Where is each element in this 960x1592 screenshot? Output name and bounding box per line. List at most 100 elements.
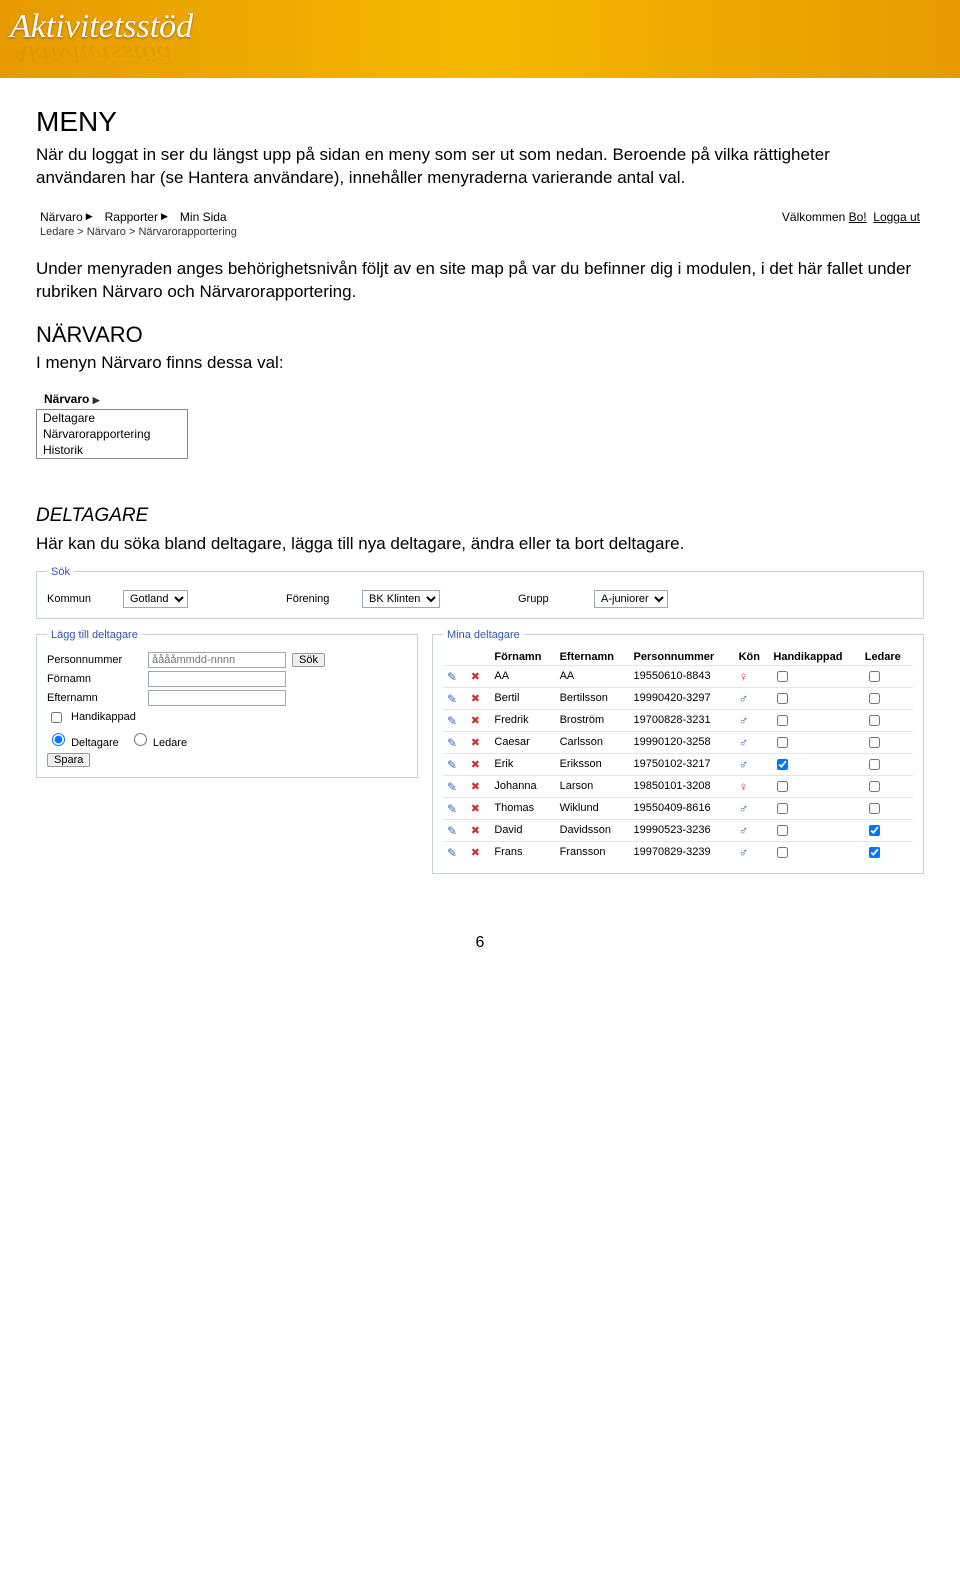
handikappad-cell-checkbox[interactable] (777, 715, 788, 726)
handikappad-cell-checkbox[interactable] (777, 825, 788, 836)
cell-personnummer: 19550409-8616 (630, 797, 735, 819)
mina-deltagare-panel: Mina deltagare Förnamn Efternamn Personn… (432, 629, 924, 874)
menu-bar: Närvaro ▶ Rapporter ▶ Min Sida Välkommen… (36, 210, 924, 224)
cell-efternamn: Broström (556, 709, 630, 731)
fornamn-input[interactable] (148, 671, 286, 687)
gender-icon: ♂ (739, 801, 749, 816)
banner: Aktivitetsstöd Aktivitetsstöd (0, 0, 960, 78)
grupp-select[interactable]: A-juniorer (594, 590, 668, 608)
edit-icon[interactable] (447, 736, 459, 748)
spara-button[interactable]: Spara (47, 753, 90, 767)
cell-fornamn: Caesar (490, 731, 555, 753)
ledare-cell-checkbox[interactable] (869, 693, 880, 704)
kommun-label: Kommun (47, 593, 117, 605)
delete-icon[interactable] (471, 736, 483, 748)
deltagare-radio[interactable] (52, 733, 65, 746)
cell-efternamn: AA (556, 665, 630, 687)
dropdown-item[interactable]: Närvarorapportering (37, 426, 187, 442)
ledare-radio[interactable] (134, 733, 147, 746)
edit-icon[interactable] (447, 802, 459, 814)
ledare-cell-checkbox[interactable] (869, 781, 880, 792)
sok-panel: Sök Kommun Gotland Förening BK Klinten G… (36, 566, 924, 619)
handikappad-cell-checkbox[interactable] (777, 803, 788, 814)
handikappad-cell-checkbox[interactable] (777, 781, 788, 792)
gender-icon: ♂ (739, 713, 749, 728)
ledare-cell-checkbox[interactable] (869, 737, 880, 748)
ledare-cell-checkbox[interactable] (869, 825, 880, 836)
deltagare-radio-label[interactable]: Deltagare (47, 730, 119, 749)
handikappad-checkbox[interactable] (51, 712, 62, 723)
cell-ledare (861, 687, 913, 709)
meny-paragraph-1: När du loggat in ser du längst upp på si… (36, 144, 924, 190)
forening-select[interactable]: BK Klinten (362, 590, 440, 608)
gender-icon: ♀ (739, 779, 749, 794)
delete-icon[interactable] (471, 824, 483, 836)
dropdown-head[interactable]: Närvaro ▶ (36, 389, 188, 409)
delete-icon[interactable] (471, 780, 483, 792)
handikappad-cell-checkbox[interactable] (777, 759, 788, 770)
delete-icon[interactable] (471, 714, 483, 726)
edit-icon[interactable] (447, 780, 459, 792)
delete-icon[interactable] (471, 670, 483, 682)
edit-icon[interactable] (447, 824, 459, 836)
heading-meny: MENY (36, 106, 924, 138)
col-kon: Kön (735, 649, 770, 666)
cell-personnummer: 19990523-3236 (630, 819, 735, 841)
cell-kon: ♀ (735, 775, 770, 797)
welcome-text: Välkommen (782, 210, 849, 224)
kommun-select[interactable]: Gotland (123, 590, 188, 608)
delete-icon[interactable] (471, 758, 483, 770)
grupp-label: Grupp (518, 593, 588, 605)
col-ledare: Ledare (861, 649, 913, 666)
cell-kon: ♂ (735, 797, 770, 819)
handikappad-cell-checkbox[interactable] (777, 737, 788, 748)
delete-icon[interactable] (471, 846, 483, 858)
cell-ledare (861, 819, 913, 841)
edit-icon[interactable] (447, 670, 459, 682)
user-link[interactable]: Bo! (849, 210, 867, 224)
sok-button[interactable]: Sök (292, 653, 325, 667)
ledare-cell-checkbox[interactable] (869, 847, 880, 858)
cell-personnummer: 19970829-3239 (630, 841, 735, 863)
cell-ledare (861, 665, 913, 687)
narvaro-paragraph: I menyn Närvaro finns dessa val: (36, 352, 924, 375)
logout-link[interactable]: Logga ut (873, 210, 920, 224)
edit-icon[interactable] (447, 714, 459, 726)
menu-item-rapporter[interactable]: Rapporter ▶ (105, 210, 168, 224)
cell-fornamn: David (490, 819, 555, 841)
banner-title-reflection: Aktivitetsstöd (10, 46, 950, 60)
cell-fornamn: Bertil (490, 687, 555, 709)
banner-title: Aktivitetsstöd (10, 6, 950, 44)
ledare-cell-checkbox[interactable] (869, 715, 880, 726)
table-row: FredrikBroström19700828-3231♂ (443, 709, 913, 731)
ledare-cell-checkbox[interactable] (869, 759, 880, 770)
ledare-cell-checkbox[interactable] (869, 671, 880, 682)
cell-kon: ♂ (735, 819, 770, 841)
edit-icon[interactable] (447, 846, 459, 858)
cell-fornamn: Fredrik (490, 709, 555, 731)
efternamn-input[interactable] (148, 690, 286, 706)
personnummer-input[interactable] (148, 652, 286, 668)
cell-personnummer: 19990420-3297 (630, 687, 735, 709)
ledare-cell-checkbox[interactable] (869, 803, 880, 814)
dropdown-item[interactable]: Deltagare (37, 410, 187, 426)
gender-icon: ♂ (739, 735, 749, 750)
ledare-radio-label[interactable]: Ledare (129, 730, 187, 749)
meny-paragraph-2: Under menyraden anges behörighetsnivån f… (36, 258, 924, 304)
cell-kon: ♂ (735, 753, 770, 775)
menu-item-narvaro[interactable]: Närvaro ▶ (40, 210, 93, 224)
delete-icon[interactable] (471, 802, 483, 814)
cell-handikappad (769, 687, 860, 709)
handikappad-cell-checkbox[interactable] (777, 847, 788, 858)
delete-icon[interactable] (471, 692, 483, 704)
handikappad-cell-checkbox[interactable] (777, 693, 788, 704)
edit-icon[interactable] (447, 758, 459, 770)
handikappad-cell-checkbox[interactable] (777, 671, 788, 682)
menu-item-minsida[interactable]: Min Sida (180, 210, 227, 224)
dropdown-item[interactable]: Historik (37, 442, 187, 458)
edit-icon[interactable] (447, 692, 459, 704)
table-row: ThomasWiklund19550409-8616♂ (443, 797, 913, 819)
cell-ledare (861, 775, 913, 797)
cell-efternamn: Fransson (556, 841, 630, 863)
mina-legend: Mina deltagare (443, 629, 524, 641)
